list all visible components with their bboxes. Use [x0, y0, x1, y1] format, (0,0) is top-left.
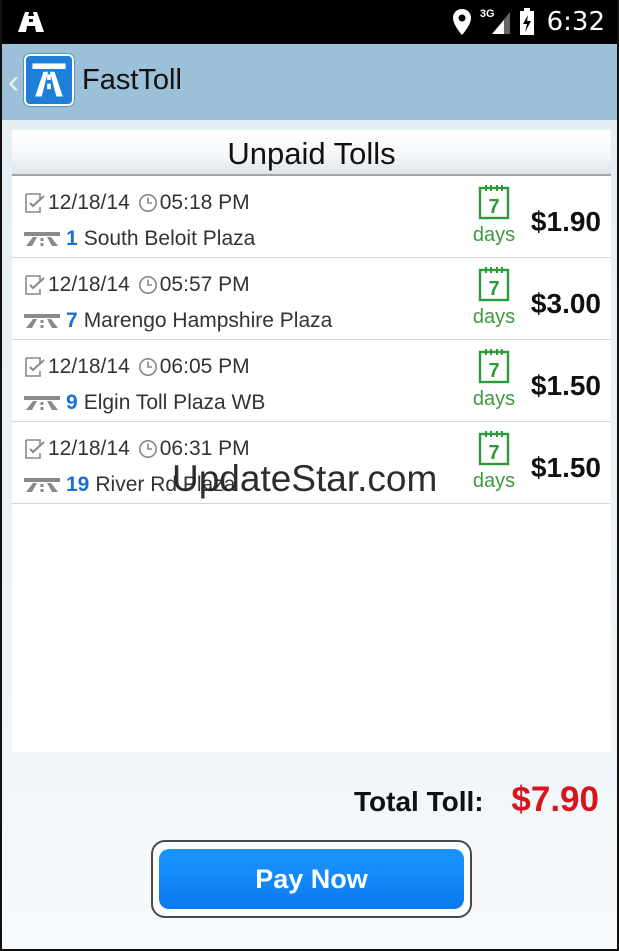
- app-logo-icon[interactable]: [24, 54, 74, 106]
- calendar-icon: 7: [478, 431, 510, 466]
- plaza-name: South Beloit Plaza: [83, 227, 256, 250]
- toll-amount: $1.90: [530, 206, 601, 237]
- status-bar: 3G 6:32: [2, 0, 617, 44]
- action-bar: ‹ FastToll: [2, 44, 617, 120]
- toll-plaza-icon: [24, 232, 60, 246]
- date-check-icon: [25, 193, 45, 213]
- calendar-days-number: 7: [488, 278, 499, 300]
- notification-road-icon: [18, 12, 44, 32]
- days-label: days: [472, 388, 516, 410]
- unpaid-tolls-panel: Unpaid Tolls 12/18/14 05:18 PM 1 South B…: [12, 130, 611, 752]
- clock-icon: [138, 358, 157, 376]
- days-label: days: [472, 470, 516, 492]
- toll-time: 05:18 PM: [159, 191, 250, 214]
- calendar-icon: 7: [478, 267, 510, 302]
- plaza-number: 1: [66, 227, 78, 250]
- app-screen: 3G 6:32 ‹ FastToll Unpaid Tolls 12/18/14…: [0, 0, 619, 951]
- date-check-icon: [25, 357, 45, 377]
- battery-icon: [519, 8, 534, 35]
- back-chevron-icon[interactable]: ‹: [8, 62, 19, 102]
- toll-date: 12/18/14: [48, 191, 130, 214]
- toll-amount: $1.50: [530, 452, 601, 483]
- plaza-number: 7: [66, 309, 78, 332]
- location-icon: [452, 9, 471, 35]
- status-time: 6:32: [546, 7, 605, 37]
- days-remaining: 7 days: [470, 184, 518, 246]
- total-toll-label: Total Toll:: [354, 786, 484, 817]
- calendar-days-number: 7: [488, 442, 499, 464]
- toll-time: 05:57 PM: [159, 273, 250, 296]
- plaza-number: 9: [66, 391, 78, 414]
- panel-title: Unpaid Tolls: [227, 136, 396, 171]
- toll-row[interactable]: 12/18/14 05:57 PM 7 Marengo Hampshire Pl…: [12, 258, 611, 340]
- toll-date: 12/18/14: [48, 437, 130, 460]
- calendar-days-number: 7: [488, 196, 499, 218]
- toll-amount: $1.50: [530, 370, 601, 401]
- plaza-name: Elgin Toll Plaza WB: [83, 391, 266, 414]
- days-remaining: 7 days: [470, 266, 518, 328]
- toll-row[interactable]: 12/18/14 06:05 PM 9 Elgin Toll Plaza WB …: [12, 340, 611, 422]
- toll-row[interactable]: 12/18/14 05:18 PM 1 South Beloit Plaza 7…: [12, 176, 611, 258]
- toll-amount: $3.00: [530, 288, 601, 319]
- pay-now-button[interactable]: Pay Now: [159, 849, 464, 909]
- days-remaining: 7 days: [470, 430, 518, 492]
- toll-plaza-icon: [24, 314, 60, 328]
- app-title: FastToll: [82, 64, 182, 96]
- days-remaining: 7 days: [470, 348, 518, 410]
- toll-plaza-icon: [24, 478, 60, 492]
- panel-header: Unpaid Tolls: [12, 130, 611, 176]
- calendar-days-number: 7: [488, 360, 499, 382]
- clock-icon: [138, 440, 157, 458]
- clock-icon: [138, 194, 157, 212]
- toll-plaza-icon: [24, 396, 60, 410]
- calendar-icon: 7: [478, 185, 510, 220]
- plaza-name: Marengo Hampshire Plaza: [83, 309, 333, 332]
- toll-list: 12/18/14 05:18 PM 1 South Beloit Plaza 7…: [12, 176, 611, 504]
- date-check-icon: [25, 275, 45, 295]
- total-toll-value: $7.90: [511, 780, 599, 819]
- toll-date: 12/18/14: [48, 273, 130, 296]
- date-check-icon: [25, 439, 45, 459]
- plaza-number: 19: [66, 473, 90, 496]
- calendar-icon: 7: [478, 349, 510, 384]
- days-label: days: [472, 306, 516, 328]
- watermark-text: UpdateStar.com: [172, 458, 438, 499]
- pay-now-button-frame: Pay Now: [151, 840, 472, 918]
- toll-time: 06:05 PM: [159, 355, 250, 378]
- clock-icon: [138, 276, 157, 294]
- toll-date: 12/18/14: [48, 355, 130, 378]
- network-type-label: 3G: [479, 8, 495, 20]
- days-label: days: [472, 224, 516, 246]
